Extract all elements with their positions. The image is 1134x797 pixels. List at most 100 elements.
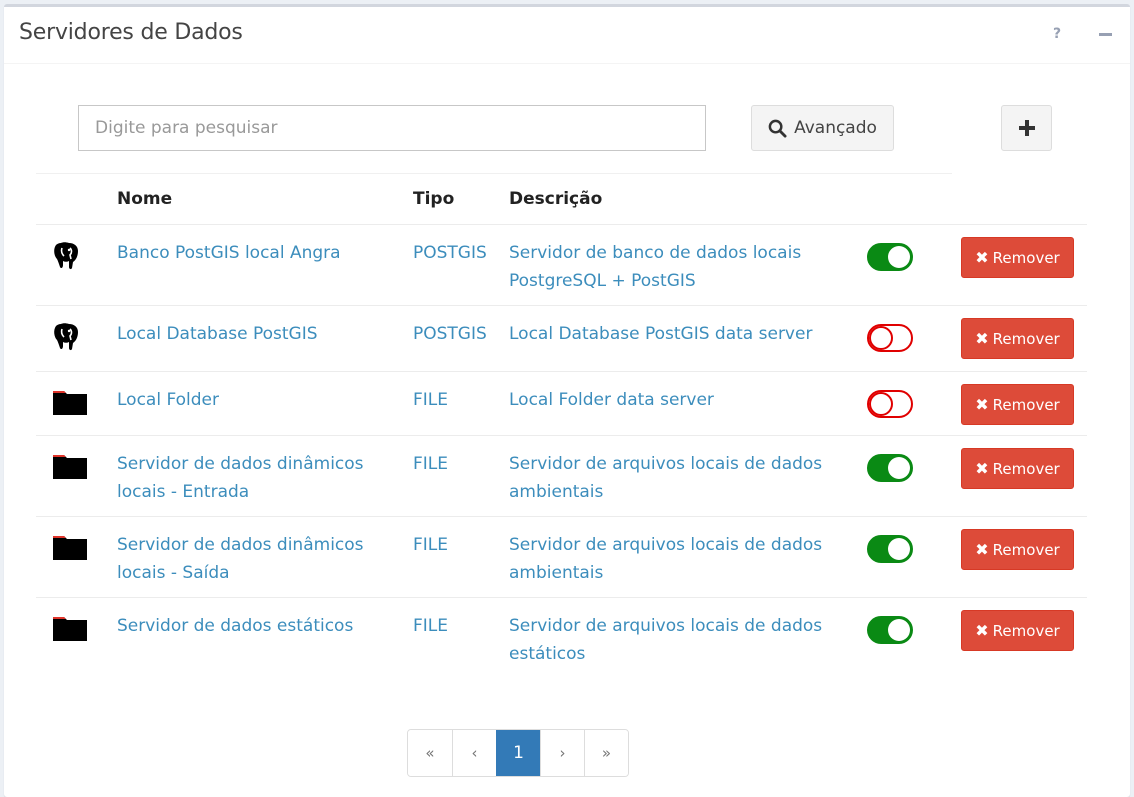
active-toggle[interactable] <box>867 324 913 352</box>
column-header-description: Descrição <box>509 189 603 209</box>
server-name-link[interactable]: Local Database PostGIS <box>117 324 318 344</box>
server-type[interactable]: FILE <box>413 390 448 410</box>
first-page-button[interactable]: « <box>408 730 452 776</box>
server-type[interactable]: FILE <box>413 535 448 555</box>
remove-button[interactable]: ✖ Remover <box>961 318 1074 359</box>
server-description-cell: Servidor de arquivos locais de dados ambi… <box>509 516 867 598</box>
server-status-cell <box>867 597 961 678</box>
server-description[interactable]: Local Folder data server <box>509 390 714 410</box>
advanced-search-button[interactable]: Avançado <box>751 105 894 151</box>
server-description[interactable]: Servidor de arquivos locais de dados está… <box>509 616 822 664</box>
remove-button[interactable]: ✖ Remover <box>961 610 1074 651</box>
active-toggle[interactable] <box>867 390 913 418</box>
advanced-search-label: Avançado <box>794 118 877 138</box>
remove-label: Remover <box>992 395 1060 414</box>
server-icon-cell <box>36 224 117 306</box>
server-name-cell: Servidor de dados dinâmicos locais - Entr… <box>117 435 413 517</box>
server-description[interactable]: Servidor de arquivos locais de dados ambi… <box>509 535 822 583</box>
server-actions-cell: ✖ Remover <box>961 516 1087 598</box>
server-description-cell: Servidor de banco de dados locais Postgre… <box>509 224 867 306</box>
server-status-cell <box>867 435 961 517</box>
folder-icon <box>52 614 88 651</box>
postgresql-elephant-icon <box>52 322 80 361</box>
server-type[interactable]: POSTGIS <box>413 324 487 344</box>
server-status-cell <box>867 516 961 598</box>
server-name-line-1: Servidor de dados dinâmicos <box>117 454 364 474</box>
remove-button[interactable]: ✖ Remover <box>961 237 1074 278</box>
remove-button[interactable]: ✖ Remover <box>961 384 1074 425</box>
server-type-cell: FILE <box>413 435 509 517</box>
server-actions-cell: ✖ Remover <box>961 597 1087 678</box>
active-toggle[interactable] <box>867 243 913 271</box>
toggle-knob <box>869 326 893 350</box>
folder-icon <box>52 388 88 425</box>
toggle-knob <box>888 246 910 268</box>
current-page-button[interactable]: 1 <box>496 730 540 776</box>
server-icon-cell <box>36 371 117 436</box>
panel-title: Servidores de Dados <box>19 20 243 45</box>
active-toggle[interactable] <box>867 535 913 563</box>
server-name-link[interactable]: Banco PostGIS local Angra <box>117 243 341 263</box>
server-description-line-2: ambientais <box>509 563 604 583</box>
server-description-line-1: Local Folder data server <box>509 390 714 410</box>
server-description-line-1: Local Database PostGIS data server <box>509 324 813 344</box>
panel-header: Servidores de Dados ? <box>4 7 1130 64</box>
server-name-line-1: Servidor de dados estáticos <box>117 616 354 636</box>
next-page-button[interactable]: › <box>540 730 584 776</box>
remove-button[interactable]: ✖ Remover <box>961 529 1074 570</box>
folder-icon <box>52 452 88 489</box>
server-name-link[interactable]: Servidor de dados dinâmicos locais - Entr… <box>117 454 364 502</box>
server-name-line-2: locais - Entrada <box>117 482 250 502</box>
server-name-link[interactable]: Local Folder <box>117 390 219 410</box>
search-input[interactable] <box>78 105 706 151</box>
add-server-button[interactable] <box>1001 105 1052 151</box>
server-type[interactable]: FILE <box>413 616 448 636</box>
column-header-name: Nome <box>117 189 173 209</box>
server-type-cell: POSTGIS <box>413 305 509 372</box>
search-icon <box>768 119 787 138</box>
postgresql-elephant-icon <box>52 241 80 280</box>
server-name-link[interactable]: Servidor de dados estáticos <box>117 616 353 636</box>
toggle-knob <box>888 619 910 641</box>
server-type[interactable]: POSTGIS <box>413 243 487 263</box>
remove-x-icon: ✖ <box>975 247 989 267</box>
help-button[interactable]: ? <box>1046 23 1068 45</box>
server-name-link[interactable]: Servidor de dados dinâmicos locais - Saíd… <box>117 535 364 583</box>
server-description-cell: Local Database PostGIS data server <box>509 305 867 372</box>
server-name-line-1: Local Database PostGIS <box>117 324 318 344</box>
server-icon-cell <box>36 597 117 678</box>
server-name-line-1: Local Folder <box>117 390 219 410</box>
table-row: Local Database PostGIS POSTGIS Local Dat… <box>36 305 1087 372</box>
server-description[interactable]: Servidor de banco de dados locais Postgre… <box>509 243 801 291</box>
table-row: Servidor de dados dinâmicos locais - Saíd… <box>36 516 1087 598</box>
server-name-cell: Servidor de dados dinâmicos locais - Saíd… <box>117 516 413 598</box>
server-description-line-1: Servidor de arquivos locais de dados <box>509 616 823 636</box>
table-row: Servidor de dados estáticos FILE Servido… <box>36 597 1087 678</box>
server-name-cell: Local Folder <box>117 371 413 436</box>
server-name-cell: Servidor de dados estáticos <box>117 597 413 678</box>
server-status-cell <box>867 224 961 306</box>
server-description[interactable]: Servidor de arquivos locais de dados ambi… <box>509 454 822 502</box>
server-status-cell <box>867 305 961 372</box>
server-description-line-2: estáticos <box>509 644 586 664</box>
server-type[interactable]: FILE <box>413 454 448 474</box>
server-name-line-2: locais - Saída <box>117 563 230 583</box>
column-header-icon <box>36 174 117 225</box>
panel-tools: ? <box>1046 23 1116 45</box>
remove-label: Remover <box>992 540 1060 559</box>
server-description-line-1: Servidor de arquivos locais de dados <box>509 454 823 474</box>
server-actions-cell: ✖ Remover <box>961 305 1087 372</box>
server-type-cell: FILE <box>413 516 509 598</box>
previous-page-button[interactable]: ‹ <box>452 730 496 776</box>
server-description[interactable]: Local Database PostGIS data server <box>509 324 812 344</box>
remove-x-icon: ✖ <box>975 458 989 478</box>
active-toggle[interactable] <box>867 454 913 482</box>
remove-button[interactable]: ✖ Remover <box>961 448 1074 489</box>
server-name-cell: Local Database PostGIS <box>117 305 413 372</box>
last-page-button[interactable]: » <box>584 730 628 776</box>
server-description-line-2: ambientais <box>509 482 604 502</box>
column-header-actions <box>961 174 1087 225</box>
collapse-button[interactable] <box>1094 23 1116 45</box>
active-toggle[interactable] <box>867 616 913 644</box>
server-name-cell: Banco PostGIS local Angra <box>117 224 413 306</box>
